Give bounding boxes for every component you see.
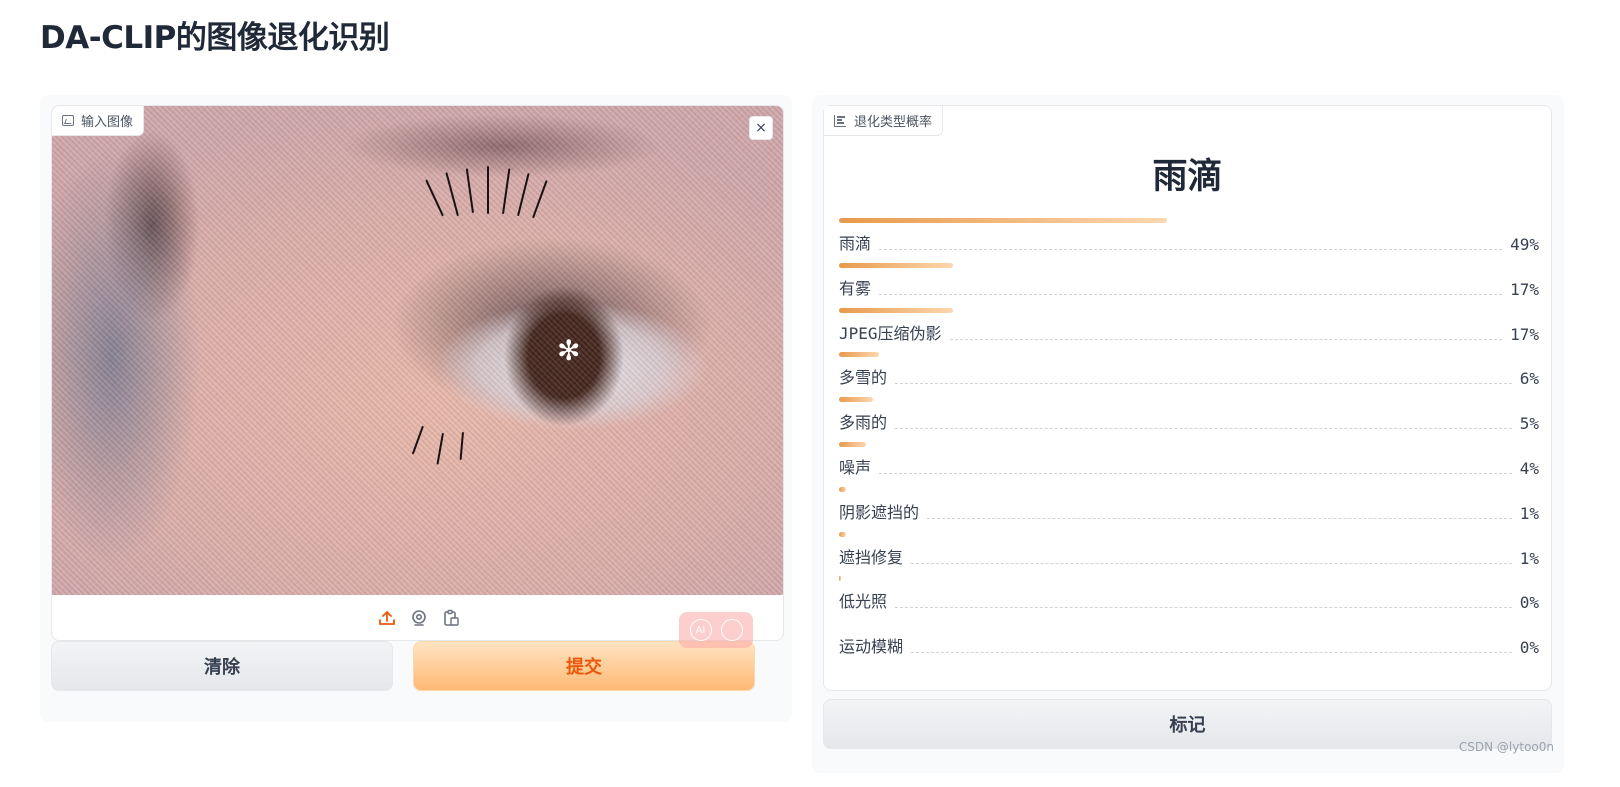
confidence-label: 阴影遮挡的 — [839, 502, 920, 522]
confidence-label: 运动模糊 — [839, 637, 904, 657]
confidence-label: 多雨的 — [839, 413, 888, 433]
clipboard-icon[interactable] — [441, 608, 461, 628]
confidence-row: JPEG压缩伪影 17% — [839, 307, 1539, 354]
confidence-bar — [839, 307, 953, 313]
confidence-label: 雨滴 — [839, 234, 872, 253]
label-output: 退化类型概率 雨滴 雨滴 49% 有雾 17% JPEG压缩伪影 17% 多雪的 6% 多雨的 5… — [823, 105, 1552, 691]
ai-assistant-widget[interactable]: AI — [679, 612, 753, 648]
confidence-label: JPEG压缩伪影 — [839, 323, 942, 343]
confidence-label: 有雾 — [839, 278, 872, 298]
confidence-value: 1% — [1519, 548, 1539, 568]
confidence-row: 雨滴 49% — [839, 218, 1539, 264]
output-panel: 退化类型概率 雨滴 雨滴 49% 有雾 17% JPEG压缩伪影 17% 多雪的 6% 多雨的 5… — [812, 95, 1564, 773]
confidence-bar — [839, 531, 846, 537]
confidence-row: 遮挡修复 1% — [839, 531, 1539, 578]
confidence-label: 遮挡修复 — [839, 547, 904, 567]
confidence-value: 17% — [1510, 324, 1539, 344]
image-icon — [62, 115, 74, 126]
confidence-bar — [839, 262, 953, 268]
confidence-value: 0% — [1519, 638, 1539, 658]
flag-button[interactable]: 标记 — [823, 699, 1552, 749]
watermark: CSDN @lytoo0n — [1458, 740, 1554, 754]
image-input[interactable]: 输入图像 × ✻ — [51, 105, 784, 641]
confidence-label: 噪声 — [839, 458, 872, 477]
clear-image-button[interactable]: × — [749, 116, 773, 140]
search-icon[interactable] — [720, 619, 743, 641]
source-selector — [52, 595, 783, 640]
ai-icon[interactable]: AI — [689, 619, 712, 641]
confidence-bar — [839, 576, 841, 582]
confidence-value: 17% — [1510, 279, 1539, 299]
confidence-label: 低光照 — [839, 592, 888, 612]
upload-icon[interactable] — [377, 608, 397, 628]
input-panel: 输入图像 × ✻ 清除 提交 AI — [40, 95, 792, 722]
input-image-label: 输入图像 — [52, 106, 145, 136]
confidence-value: 5% — [1519, 414, 1539, 434]
confidence-value: 49% — [1510, 235, 1539, 254]
confidence-row: 多雨的 5% — [839, 397, 1539, 443]
input-image-label-text: 输入图像 — [81, 115, 134, 130]
confidence-value: 0% — [1519, 593, 1539, 613]
confidence-label: 多雪的 — [839, 368, 888, 388]
confidence-row: 运动模糊 0% — [839, 621, 1539, 667]
page-title: DA-CLIP的图像退化识别 — [40, 20, 390, 56]
confidence-row: 多雪的 6% — [839, 352, 1539, 398]
confidence-bar — [839, 486, 846, 492]
confidence-bar — [839, 397, 873, 403]
top-prediction: 雨滴 — [1152, 157, 1223, 197]
confidence-value: 6% — [1519, 369, 1539, 389]
confidence-value: 1% — [1519, 503, 1539, 523]
confidence-value: 4% — [1519, 459, 1539, 478]
confidence-row: 阴影遮挡的 1% — [839, 486, 1539, 533]
confidence-bar — [839, 442, 866, 447]
confidence-row: 噪声 4% — [839, 442, 1539, 488]
confidence-row: 有雾 17% — [839, 262, 1539, 309]
input-image-preview: ✻ — [52, 106, 783, 595]
webcam-icon[interactable] — [409, 608, 429, 628]
output-label-text: 退化类型概率 — [854, 115, 933, 130]
confidence-row: 低光照 0% — [839, 576, 1539, 622]
confidence-bar — [839, 352, 880, 358]
confidence-bar — [839, 218, 1168, 223]
output-label: 退化类型概率 — [824, 106, 944, 136]
bar-chart-icon — [834, 114, 846, 127]
clear-button[interactable]: 清除 — [51, 641, 393, 691]
submit-button[interactable]: 提交 — [413, 641, 755, 691]
